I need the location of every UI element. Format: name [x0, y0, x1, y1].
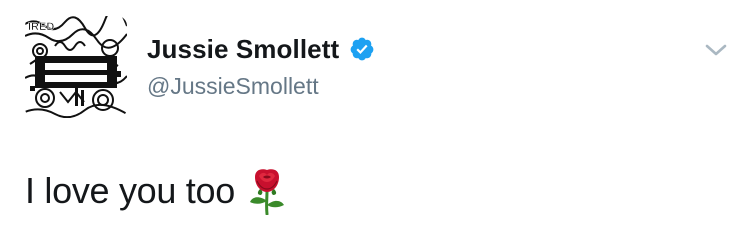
- tweet-body: I love you too: [25, 170, 235, 211]
- tweet-text: I love you too: [25, 167, 287, 216]
- author-name-row[interactable]: Jussie Smollett: [147, 34, 375, 64]
- author-handle[interactable]: @JussieSmollett: [147, 72, 319, 100]
- avatar-image: IRED: [25, 16, 127, 118]
- verified-badge-icon: [349, 36, 375, 62]
- rose-emoji-icon: [247, 167, 287, 216]
- svg-text:IRED: IRED: [28, 21, 54, 33]
- display-name[interactable]: Jussie Smollett: [147, 34, 339, 64]
- avatar[interactable]: IRED: [25, 16, 127, 118]
- chevron-down-icon[interactable]: [704, 40, 728, 60]
